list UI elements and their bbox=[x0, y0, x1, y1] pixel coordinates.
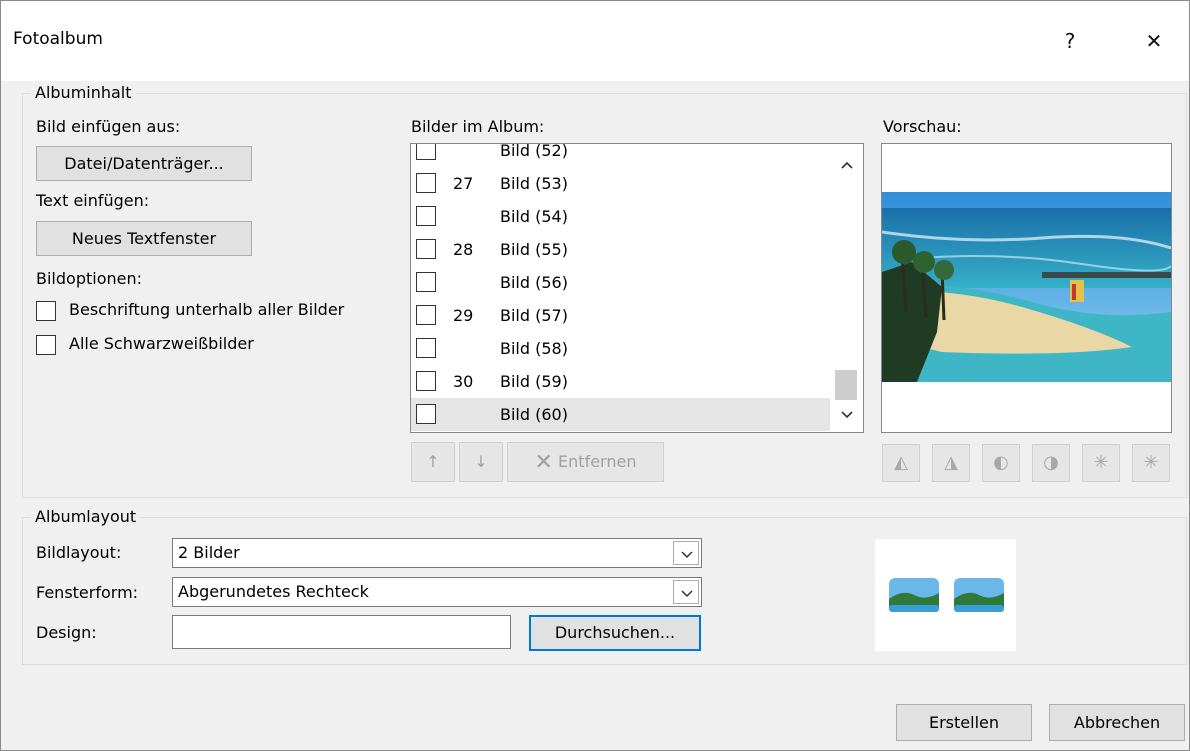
list-item-label: Bild (58) bbox=[500, 339, 568, 358]
dialog-title: Fotoalbum bbox=[13, 29, 103, 49]
new-textbox-button[interactable]: Neues Textfenster bbox=[36, 221, 252, 256]
album-content-title: Albuminhalt bbox=[31, 83, 136, 102]
list-item-label: Bild (54) bbox=[500, 207, 568, 226]
list-item-number: 29 bbox=[453, 306, 474, 325]
picture-layout-label: Bildlayout: bbox=[36, 543, 122, 562]
file-disk-button[interactable]: Datei/Datenträger... bbox=[36, 146, 252, 181]
list-item-checkbox[interactable] bbox=[416, 173, 436, 193]
file-disk-button-label: Datei/Datenträger... bbox=[64, 154, 224, 173]
scroll-down-icon[interactable] bbox=[830, 402, 863, 432]
insert-from-label: Bild einfügen aus: bbox=[36, 117, 181, 136]
cancel-button-label: Abbrechen bbox=[1073, 713, 1161, 732]
frame-shape-dropdown[interactable]: Abgerundetes Rechteck bbox=[172, 577, 702, 607]
list-item[interactable]: Bild (52) bbox=[411, 143, 832, 167]
list-item[interactable]: 30 Bild (59) bbox=[411, 365, 832, 398]
theme-input[interactable] bbox=[172, 615, 511, 649]
theme-label: Design: bbox=[36, 623, 97, 642]
image-options-label: Bildoptionen: bbox=[36, 269, 142, 288]
beach-preview-image bbox=[882, 192, 1171, 382]
picture-layout-value: 2 Bilder bbox=[178, 543, 240, 562]
list-item-label: Bild (55) bbox=[500, 240, 568, 259]
list-item-checkbox[interactable] bbox=[416, 206, 436, 226]
list-item-checkbox[interactable] bbox=[416, 338, 436, 358]
create-button-label: Erstellen bbox=[928, 713, 999, 732]
frame-shape-value: Abgerundetes Rechteck bbox=[178, 582, 369, 601]
list-item[interactable]: Bild (56) bbox=[411, 266, 832, 299]
frame-shape-label: Fensterform: bbox=[36, 583, 139, 602]
brightness-down-icon[interactable]: ✳ bbox=[1132, 444, 1170, 482]
remove-button[interactable]: ✕ Entfernen bbox=[507, 442, 664, 482]
list-item[interactable]: Bild (54) bbox=[411, 200, 832, 233]
black-white-checkbox-label: Alle Schwarzweißbilder bbox=[69, 334, 254, 353]
list-item[interactable]: 29 Bild (57) bbox=[411, 299, 832, 332]
pictures-listbox[interactable]: Bild (52) 27 Bild (53) Bild (54) 28 Bild… bbox=[410, 143, 864, 433]
scroll-thumb[interactable] bbox=[835, 370, 857, 400]
photo-album-dialog: Fotoalbum ? ✕ Albuminhalt Bild einfügen … bbox=[0, 0, 1190, 751]
contrast-down-icon[interactable]: ◑ bbox=[1032, 444, 1070, 482]
list-item-label: Bild (53) bbox=[500, 174, 568, 193]
brightness-up-icon[interactable]: ✳ bbox=[1082, 444, 1120, 482]
list-item-number: 27 bbox=[453, 174, 474, 193]
chevron-down-icon[interactable] bbox=[673, 580, 699, 604]
title-bar: Fotoalbum ? ✕ bbox=[1, 1, 1189, 81]
create-button[interactable]: Erstellen bbox=[896, 704, 1032, 741]
list-item-checkbox[interactable] bbox=[416, 371, 436, 391]
remove-button-label: Entfernen bbox=[558, 452, 637, 471]
insert-text-label: Text einfügen: bbox=[36, 191, 150, 210]
chevron-down-icon[interactable] bbox=[673, 541, 699, 565]
arrow-up-icon: ↑ bbox=[426, 452, 440, 471]
rotate-left-icon[interactable]: ◭ bbox=[882, 444, 920, 482]
preview-label: Vorschau: bbox=[883, 117, 962, 136]
help-button[interactable]: ? bbox=[1047, 21, 1093, 61]
list-item-number: 28 bbox=[453, 240, 474, 259]
list-item[interactable]: 27 Bild (53) bbox=[411, 167, 832, 200]
new-textbox-button-label: Neues Textfenster bbox=[71, 229, 217, 248]
list-item-label: Bild (56) bbox=[500, 273, 568, 292]
list-item-label: Bild (60) bbox=[500, 405, 568, 424]
list-item-label: Bild (57) bbox=[500, 306, 568, 325]
black-white-checkbox[interactable] bbox=[36, 335, 56, 355]
list-scrollbar[interactable] bbox=[830, 144, 863, 432]
preview-frame bbox=[881, 143, 1172, 433]
rotate-right-icon[interactable]: ◮ bbox=[932, 444, 970, 482]
album-layout-title: Albumlayout bbox=[31, 507, 141, 526]
layout-thumbnail-left bbox=[889, 578, 939, 612]
remove-x-icon: ✕ bbox=[534, 450, 553, 475]
list-item[interactable]: Bild (58) bbox=[411, 332, 832, 365]
layout-preview bbox=[875, 539, 1016, 651]
list-item-number: 30 bbox=[453, 372, 474, 391]
browse-button[interactable]: Durchsuchen... bbox=[529, 615, 701, 651]
list-item-checkbox[interactable] bbox=[416, 239, 436, 259]
list-item-checkbox[interactable] bbox=[416, 404, 436, 424]
list-item[interactable]: 28 Bild (55) bbox=[411, 233, 832, 266]
move-up-button[interactable]: ↑ bbox=[411, 442, 455, 482]
list-item-label: Bild (52) bbox=[500, 143, 568, 160]
list-item-checkbox[interactable] bbox=[416, 272, 436, 292]
cancel-button[interactable]: Abbrechen bbox=[1049, 704, 1185, 741]
captions-checkbox-label: Beschriftung unterhalb aller Bilder bbox=[69, 300, 345, 319]
list-item-checkbox[interactable] bbox=[416, 144, 436, 160]
scroll-up-icon[interactable] bbox=[830, 150, 863, 180]
pictures-in-album-label: Bilder im Album: bbox=[411, 117, 545, 136]
layout-thumbnail-right bbox=[954, 578, 1004, 612]
list-item-checkbox[interactable] bbox=[416, 305, 436, 325]
list-item-label: Bild (59) bbox=[500, 372, 568, 391]
list-item-selected[interactable]: Bild (60) bbox=[411, 398, 832, 431]
browse-button-label: Durchsuchen... bbox=[554, 623, 676, 642]
arrow-down-icon: ↓ bbox=[474, 452, 488, 471]
picture-layout-dropdown[interactable]: 2 Bilder bbox=[172, 538, 702, 568]
close-button[interactable]: ✕ bbox=[1131, 21, 1177, 61]
contrast-up-icon[interactable]: ◐ bbox=[982, 444, 1020, 482]
move-down-button[interactable]: ↓ bbox=[459, 442, 503, 482]
captions-checkbox[interactable] bbox=[36, 301, 56, 321]
